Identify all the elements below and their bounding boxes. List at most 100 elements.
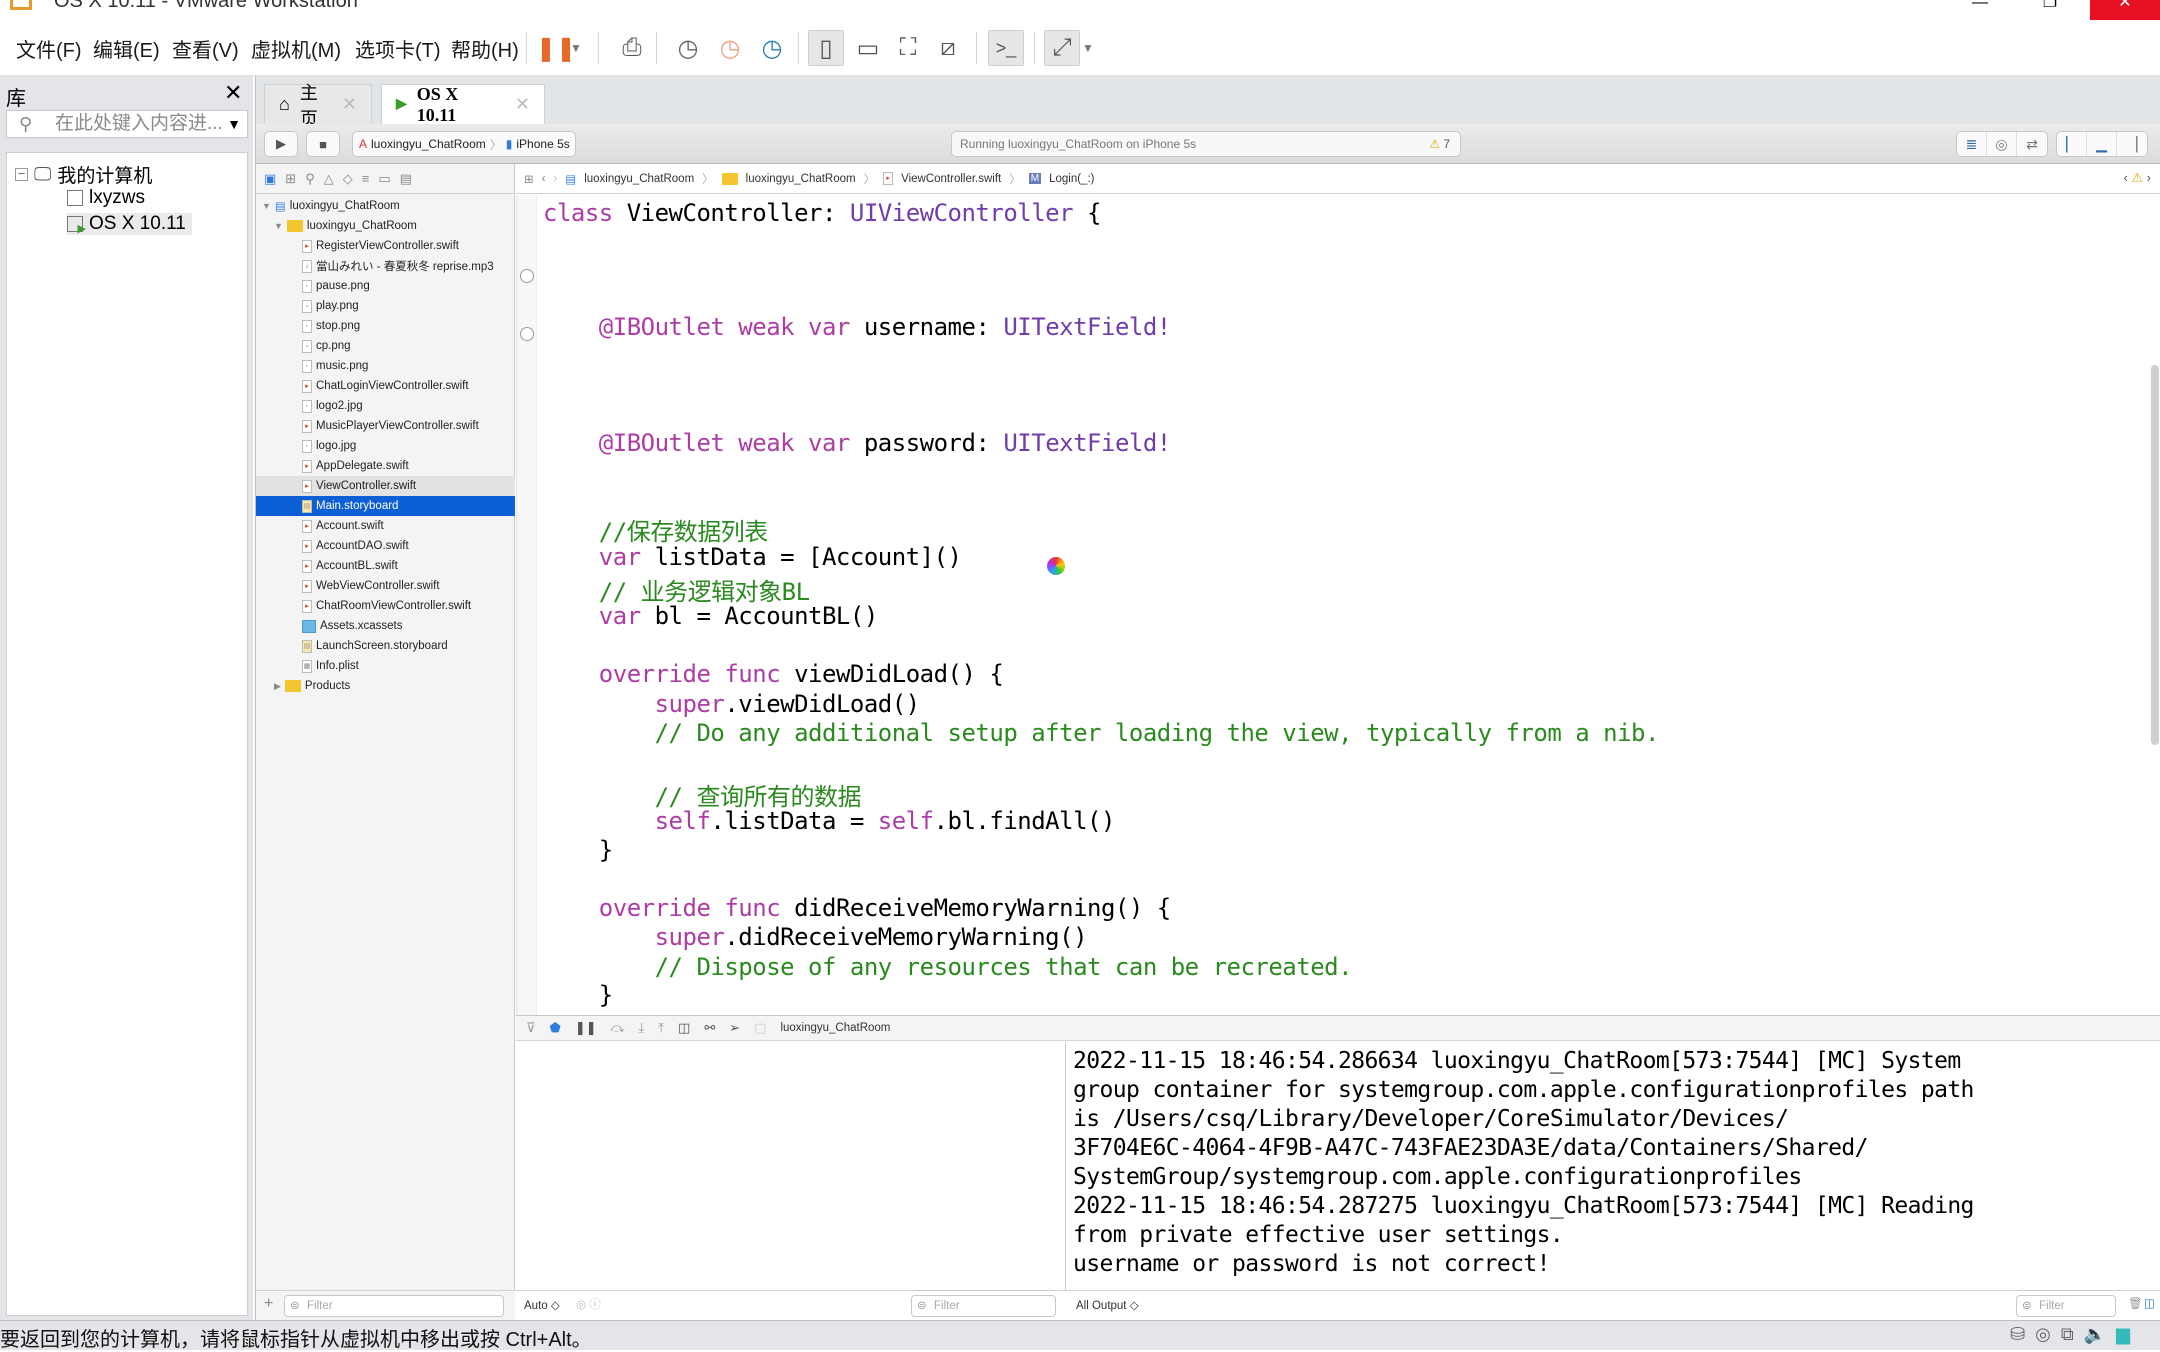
navigator-file-row[interactable]: ▦ Info.plist [256, 656, 515, 676]
send-ctrl-alt-del-icon[interactable]: ⎙ [614, 30, 650, 66]
disclosure-triangle-icon[interactable]: ▶ [274, 681, 281, 692]
chevron-down-icon[interactable]: ▼ [227, 111, 241, 137]
menu-file[interactable]: 文件(F) [16, 34, 82, 63]
collapse-icon[interactable]: − [15, 167, 28, 181]
navigator-file-row[interactable]: ▫ logo.jpg [256, 436, 515, 456]
console-filter-input[interactable]: ⊜ Filter [2016, 1295, 2116, 1317]
symbol-navigator-icon[interactable]: ⊞ [285, 171, 296, 187]
navigator-file-row[interactable]: ▸ AccountDAO.swift [256, 536, 515, 556]
disclosure-triangle-icon[interactable]: ▼ [274, 221, 283, 231]
hard-disk-icon[interactable]: ⛁ [2010, 1324, 2025, 1345]
tab-osx[interactable]: ▶ OS X 10.11 ✕ [381, 84, 545, 125]
navigator-group-row[interactable]: ▼ luoxingyu_ChatRoom [256, 216, 515, 236]
debug-navigator-icon[interactable]: ≡ [362, 171, 370, 186]
jumpbar-file[interactable]: ViewController.swift [901, 173, 1001, 185]
navigator-file-row[interactable]: ▸ MusicPlayerViewController.swift [256, 416, 515, 436]
stretch-icon[interactable]: ⤢ [1044, 30, 1080, 66]
menu-view[interactable]: 查看(V) [172, 34, 239, 63]
source-editor[interactable]: class ViewController: UIViewController {… [516, 195, 2160, 1015]
navigator-toggle-icon[interactable]: ▏ [2057, 132, 2087, 156]
console-output[interactable]: 2022-11-15 18:46:54.286634 luoxingyu_Cha… [1067, 1042, 2160, 1290]
version-editor-icon[interactable]: ⇄ [2017, 132, 2047, 156]
message-icon[interactable]: ▆ [2116, 1324, 2130, 1345]
jumpbar-project[interactable]: luoxingyu_ChatRoom [584, 173, 694, 185]
navigator-file-row[interactable]: ▤ Main.storyboard [256, 496, 515, 516]
navigator-group-row[interactable]: ▶ Products [256, 676, 515, 696]
menu-tabs[interactable]: 选项卡(T) [355, 34, 441, 63]
sound-icon[interactable]: 🔈 [2084, 1324, 2106, 1345]
menu-edit[interactable]: 编辑(E) [93, 34, 160, 63]
library-close-button[interactable]: ✕ [224, 80, 242, 106]
output-mode-selector[interactable]: All Output ◇ [1076, 1298, 1139, 1312]
navigator-project-row[interactable]: ▼ ▤ luoxingyu_ChatRoom [256, 196, 515, 216]
snapshot-revert-icon[interactable]: ◷ [712, 30, 748, 66]
test-icon[interactable]: ◇ [343, 171, 353, 187]
close-tab-icon[interactable]: ✕ [342, 94, 357, 115]
breakpoint-icon[interactable]: ▭ [378, 171, 390, 187]
navigator-file-row[interactable]: ▤ LaunchScreen.storyboard [256, 636, 515, 656]
variables-filter-input[interactable]: ⊜ Filter [911, 1295, 1056, 1317]
variables-mode-selector[interactable]: Auto ◇ [524, 1298, 560, 1312]
navigator-file-row[interactable]: ▫ music.png [256, 356, 515, 376]
close-window-button[interactable]: ✕ [2090, 0, 2160, 20]
stop-button[interactable]: ■ [306, 131, 340, 157]
navigator-file-row[interactable]: ▸ RegisterViewController.swift [256, 236, 515, 256]
hide-debug-area-icon[interactable]: ⊽ [526, 1020, 536, 1036]
location-icon[interactable]: ➢ [729, 1020, 740, 1036]
cd-icon[interactable]: ◎ [2035, 1324, 2051, 1345]
tree-item-vm[interactable]: lxyzws [67, 187, 145, 209]
scheme-selector[interactable]: A luoxingyu_ChatRoom 〉 ▮ iPhone 5s [352, 131, 576, 157]
trash-icon[interactable]: 🗑 [2128, 1296, 2143, 1310]
report-icon[interactable]: ▤ [400, 171, 412, 187]
snapshot-take-icon[interactable]: ◷ [670, 30, 706, 66]
run-button[interactable]: ▶ [264, 131, 298, 157]
dropdown-icon[interactable]: ▼ [568, 30, 584, 66]
issue-icon[interactable]: △ [324, 171, 334, 187]
step-out-icon[interactable]: ⤒ [658, 1020, 664, 1036]
maximize-button[interactable]: ❐ [2020, 0, 2080, 20]
close-tab-icon[interactable]: ✕ [515, 94, 530, 115]
find-icon[interactable]: ⚲ [305, 171, 315, 187]
navigator-file-row[interactable]: ▸ ChatRoomViewController.swift [256, 596, 515, 616]
warning-count[interactable]: ⚠ 7 [1429, 137, 1450, 151]
jumpbar-group[interactable]: luoxingyu_ChatRoom [746, 173, 856, 185]
thumbnail-bar-icon[interactable]: ▭ [850, 30, 886, 66]
eye-icon[interactable]: ◎ ⓘ [576, 1296, 601, 1312]
navigator-file-row[interactable]: ▸ AppDelegate.swift [256, 456, 515, 476]
menu-help[interactable]: 帮助(H) [451, 34, 519, 63]
navigator-file-row[interactable]: ♪ 當山みれい - 春夏秋冬 reprise.mp3 [256, 256, 515, 276]
navigator-file-row[interactable]: ▫ stop.png [256, 316, 515, 336]
editor-scrollbar[interactable] [2151, 365, 2159, 745]
unity-icon[interactable]: ⧄ [930, 30, 966, 66]
step-into-icon[interactable]: ⤓ [639, 1020, 645, 1036]
navigator-file-row[interactable]: ▸ ChatLoginViewController.swift [256, 376, 515, 396]
menu-vm[interactable]: 虚拟机(M) [251, 34, 341, 63]
library-view-icon[interactable]: ▯ [808, 30, 844, 66]
snapshot-manager-icon[interactable]: ◷ [754, 30, 790, 66]
tree-item-my-computer[interactable]: − 🖵 我的计算机 [15, 161, 152, 188]
network-icon[interactable]: ⧉ [2061, 1324, 2074, 1345]
tab-home[interactable]: ⌂ 主页 ✕ [264, 83, 372, 129]
navigator-file-row[interactable]: ▸ Account.swift [256, 516, 515, 536]
pause-execution-icon[interactable]: ❚❚ [575, 1020, 597, 1036]
debug-area-toggle-icon[interactable]: ▁ [2087, 132, 2117, 156]
library-search-input[interactable]: ⚲ 在此处键入内容进... ▼ [6, 110, 248, 138]
navigator-file-row[interactable]: Assets.xcassets [256, 616, 515, 636]
stretch-dropdown-icon[interactable]: ▼ [1080, 30, 1096, 66]
navigator-file-row[interactable]: ▸ AccountBL.swift [256, 556, 515, 576]
jumpbar-symbol[interactable]: Login(_:) [1049, 173, 1094, 185]
add-icon[interactable]: + [264, 1295, 273, 1313]
navigator-file-row[interactable]: ▫ logo2.jpg [256, 396, 515, 416]
step-over-icon[interactable]: ⤼ [611, 1020, 625, 1036]
fullscreen-icon[interactable]: ⛶ [890, 30, 926, 66]
navigator-file-row[interactable]: ▸ WebViewController.swift [256, 576, 515, 596]
split-view-icon[interactable]: ◫ [2144, 1296, 2155, 1310]
minimize-button[interactable]: — [1950, 0, 2010, 20]
standard-editor-icon[interactable]: ≣ [1957, 132, 1987, 156]
navigator-file-row[interactable]: ▸ ViewController.swift [256, 476, 515, 496]
disclosure-triangle-icon[interactable]: ▼ [262, 201, 271, 211]
breakpoints-toggle-icon[interactable]: ⬟ [550, 1020, 561, 1036]
outlet-connection-icon[interactable] [520, 269, 534, 283]
navigator-file-row[interactable]: ▫ pause.png [256, 276, 515, 296]
assistant-editor-icon[interactable]: ◎ [1987, 132, 2017, 156]
